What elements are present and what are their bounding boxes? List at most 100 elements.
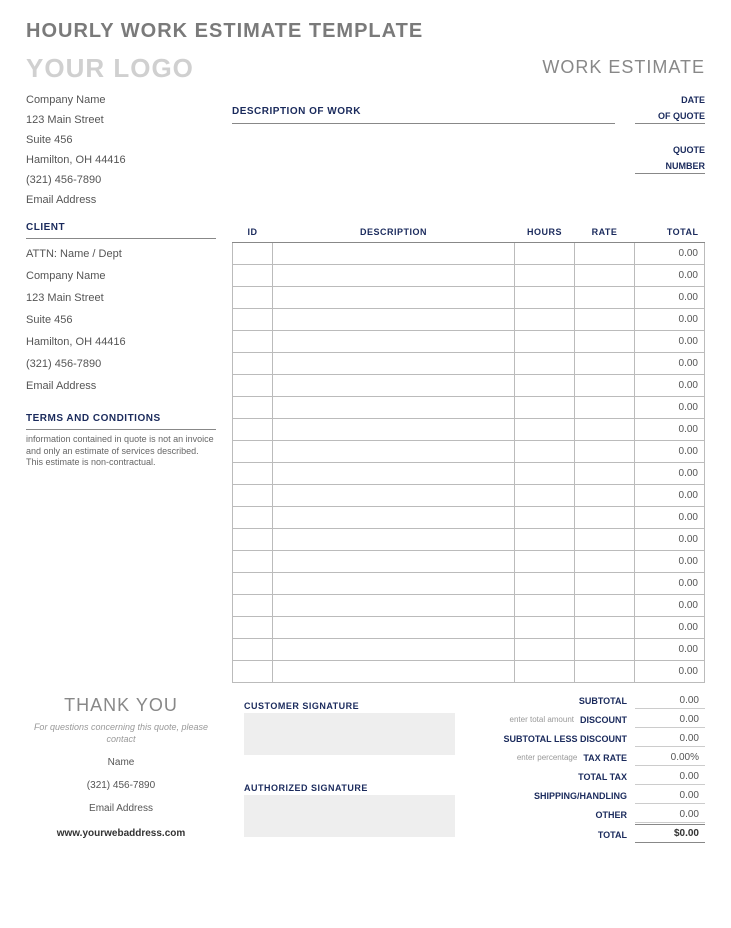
cell-hours[interactable] [515,287,575,309]
cell-description[interactable] [273,573,515,595]
table-row: 0.00 [233,353,705,375]
cell-hours[interactable] [515,441,575,463]
quote-label: QUOTE [635,142,705,158]
cell-id[interactable] [233,287,273,309]
col-total: TOTAL [635,222,705,243]
cell-hours[interactable] [515,331,575,353]
cell-rate[interactable] [575,573,635,595]
cell-description[interactable] [273,551,515,573]
cell-rate[interactable] [575,529,635,551]
cell-id[interactable] [233,551,273,573]
cell-description[interactable] [273,441,515,463]
cell-id[interactable] [233,419,273,441]
cell-hours[interactable] [515,551,575,573]
cell-description[interactable] [273,353,515,375]
cell-id[interactable] [233,595,273,617]
cell-id[interactable] [233,507,273,529]
cell-description[interactable] [273,265,515,287]
table-row: 0.00 [233,639,705,661]
cell-rate[interactable] [575,419,635,441]
cell-description[interactable] [273,463,515,485]
company-phone: (321) 456-7890 [26,170,232,190]
contact-note: For questions concerning this quote, ple… [26,722,216,745]
cell-id[interactable] [233,441,273,463]
cell-description[interactable] [273,331,515,353]
cell-total: 0.00 [635,617,705,639]
cell-rate[interactable] [575,507,635,529]
cell-id[interactable] [233,331,273,353]
cell-id[interactable] [233,309,273,331]
cell-id[interactable] [233,529,273,551]
cell-rate[interactable] [575,485,635,507]
of-quote-label: OF QUOTE [635,108,705,124]
cell-id[interactable] [233,265,273,287]
cell-rate[interactable] [575,639,635,661]
cell-rate[interactable] [575,309,635,331]
contact-email: Email Address [26,803,216,814]
cell-description[interactable] [273,309,515,331]
cell-rate[interactable] [575,397,635,419]
cell-id[interactable] [233,661,273,683]
cell-rate[interactable] [575,463,635,485]
cell-hours[interactable] [515,573,575,595]
cell-id[interactable] [233,573,273,595]
cell-rate[interactable] [575,243,635,265]
cell-rate[interactable] [575,353,635,375]
cell-hours[interactable] [515,375,575,397]
customer-signature-box[interactable] [244,713,455,755]
discount-label: DISCOUNT [580,715,635,725]
cell-hours[interactable] [515,265,575,287]
cell-rate[interactable] [575,595,635,617]
cell-hours[interactable] [515,485,575,507]
cell-id[interactable] [233,397,273,419]
cell-hours[interactable] [515,243,575,265]
logo-placeholder: YOUR LOGO [26,53,194,84]
cell-rate[interactable] [575,265,635,287]
cell-hours[interactable] [515,661,575,683]
authorized-signature-box[interactable] [244,795,455,837]
cell-description[interactable] [273,507,515,529]
cell-description[interactable] [273,485,515,507]
cell-description[interactable] [273,419,515,441]
cell-id[interactable] [233,463,273,485]
cell-total: 0.00 [635,419,705,441]
cell-description[interactable] [273,243,515,265]
cell-description[interactable] [273,375,515,397]
cell-hours[interactable] [515,397,575,419]
contact-web: www.yourwebaddress.com [26,828,216,839]
cell-hours[interactable] [515,507,575,529]
cell-rate[interactable] [575,287,635,309]
cell-id[interactable] [233,639,273,661]
cell-id[interactable] [233,485,273,507]
cell-description[interactable] [273,529,515,551]
cell-hours[interactable] [515,463,575,485]
cell-hours[interactable] [515,595,575,617]
cell-rate[interactable] [575,551,635,573]
cell-total: 0.00 [635,507,705,529]
cell-id[interactable] [233,243,273,265]
cell-hours[interactable] [515,353,575,375]
cell-hours[interactable] [515,309,575,331]
cell-description[interactable] [273,617,515,639]
cell-description[interactable] [273,595,515,617]
cell-rate[interactable] [575,441,635,463]
cell-total: 0.00 [635,397,705,419]
cell-id[interactable] [233,375,273,397]
cell-rate[interactable] [575,661,635,683]
cell-id[interactable] [233,353,273,375]
cell-rate[interactable] [575,331,635,353]
cell-description[interactable] [273,639,515,661]
cell-hours[interactable] [515,529,575,551]
line-items-table: ID DESCRIPTION HOURS RATE TOTAL 0.000.00… [232,222,705,683]
cell-rate[interactable] [575,375,635,397]
table-row: 0.00 [233,309,705,331]
cell-hours[interactable] [515,419,575,441]
cell-id[interactable] [233,617,273,639]
cell-rate[interactable] [575,617,635,639]
cell-description[interactable] [273,661,515,683]
company-name: Company Name [26,90,232,110]
cell-hours[interactable] [515,617,575,639]
cell-description[interactable] [273,287,515,309]
cell-description[interactable] [273,397,515,419]
cell-hours[interactable] [515,639,575,661]
